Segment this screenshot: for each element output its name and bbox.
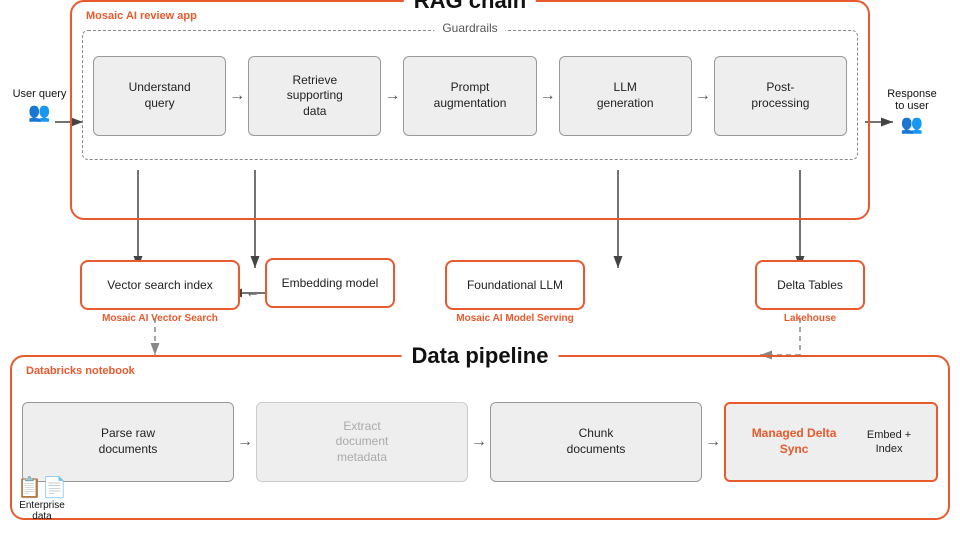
step-extract-label: Extractdocumentmetadata xyxy=(336,419,389,466)
rag-steps-row: Understandquery → Retrievesupportingdata… xyxy=(93,46,847,146)
embedding-sub-spacer xyxy=(265,308,395,325)
step-prompt-aug: Promptaugmentation xyxy=(403,56,536,136)
step-managed-title: Managed Delta Sync xyxy=(736,426,852,457)
main-diagram: User query 👥 Responseto user 👥 RAG chain… xyxy=(0,0,960,540)
enterprise-label: Enterprise data xyxy=(19,500,65,522)
dp-arrow-1: → xyxy=(234,433,256,451)
enterprise-data: 📋📄 Enterprise data xyxy=(12,475,72,522)
data-pipeline-steps: Parse rawdocuments → Extractdocumentmeta… xyxy=(22,387,938,497)
lakehouse-label: Lakehouse xyxy=(755,313,865,324)
vector-search-wrapper: Vector search index Mosaic AI Vector Sea… xyxy=(80,260,240,324)
step-understand-query: Understandquery xyxy=(93,56,226,136)
step-retrieve-data: Retrievesupportingdata xyxy=(248,56,381,136)
response-icon: 👥 xyxy=(872,114,952,135)
step-retrieve-label: Retrievesupportingdata xyxy=(287,73,343,120)
delta-tables-label: Delta Tables xyxy=(777,278,843,292)
arrow-2: → xyxy=(381,87,403,105)
user-icon: 👥 xyxy=(12,102,67,123)
embedding-model-label: Embedding model xyxy=(282,276,379,290)
delta-tables-wrapper: Delta Tables Lakehouse xyxy=(755,260,865,324)
step-llm-label: LLMgeneration xyxy=(597,80,654,111)
mosaic-review-label: Mosaic AI review app xyxy=(86,10,197,22)
guardrails-label: Guardrails xyxy=(434,21,505,35)
arrow-1: → xyxy=(226,87,248,105)
response-label: Responseto user xyxy=(887,88,937,112)
dp-arrow-2: → xyxy=(468,433,490,451)
delta-tables-box: Delta Tables xyxy=(755,260,865,310)
arrow-4: → xyxy=(692,87,714,105)
vector-search-label: Vector search index xyxy=(107,278,212,292)
mosaic-vector-label: Mosaic AI Vector Search xyxy=(80,313,240,324)
step-llm-gen: LLMgeneration xyxy=(559,56,692,136)
embedding-model-wrapper: Embedding model xyxy=(265,258,395,325)
rag-chain-box: RAG chain Mosaic AI review app Guardrail… xyxy=(70,0,870,220)
rag-chain-title: RAG chain xyxy=(404,0,536,14)
foundational-llm-box: Foundational LLM xyxy=(445,260,585,310)
step-managed-delta: Managed Delta Sync Embed + Index xyxy=(724,402,938,482)
foundational-llm-label: Foundational LLM xyxy=(467,278,563,292)
dp-arrow-3: → xyxy=(702,433,724,451)
step-parse-label: Parse rawdocuments xyxy=(99,426,158,457)
bottom-components-row: Vector search index Mosaic AI Vector Sea… xyxy=(80,258,865,325)
user-query: User query 👥 xyxy=(12,88,67,123)
guardrails-box: Guardrails Understandquery → Retrievesup… xyxy=(82,30,858,160)
enterprise-icon: 📋📄 xyxy=(17,477,67,499)
vector-search-box: Vector search index xyxy=(80,260,240,310)
step-parse-docs: Parse rawdocuments xyxy=(22,402,234,482)
step-chunk-docs: Chunkdocuments xyxy=(490,402,702,482)
user-query-label: User query xyxy=(13,88,67,100)
arrow-3: → xyxy=(537,87,559,105)
response-to-user: Responseto user 👥 xyxy=(872,88,952,135)
step-post-label: Post-processing xyxy=(751,80,809,111)
data-pipeline-title: Data pipeline xyxy=(402,343,559,369)
databricks-notebook-label: Databricks notebook xyxy=(26,365,135,377)
step-chunk-label: Chunkdocuments xyxy=(567,426,626,457)
step-post-processing: Post-processing xyxy=(714,56,847,136)
embedding-model-box: Embedding model xyxy=(265,258,395,308)
step-understand-label: Understandquery xyxy=(129,80,191,111)
step-prompt-label: Promptaugmentation xyxy=(434,80,507,111)
mosaic-model-label: Mosaic AI Model Serving xyxy=(445,313,585,324)
step-managed-subtitle: Embed + Index xyxy=(852,428,926,457)
step-extract-metadata: Extractdocumentmetadata xyxy=(256,402,468,482)
foundational-llm-wrapper: Foundational LLM Mosaic AI Model Serving xyxy=(445,260,585,324)
data-pipeline-section: Data pipeline Databricks notebook Parse … xyxy=(10,355,950,520)
arrow-embed-to-vector: ← xyxy=(240,284,265,300)
